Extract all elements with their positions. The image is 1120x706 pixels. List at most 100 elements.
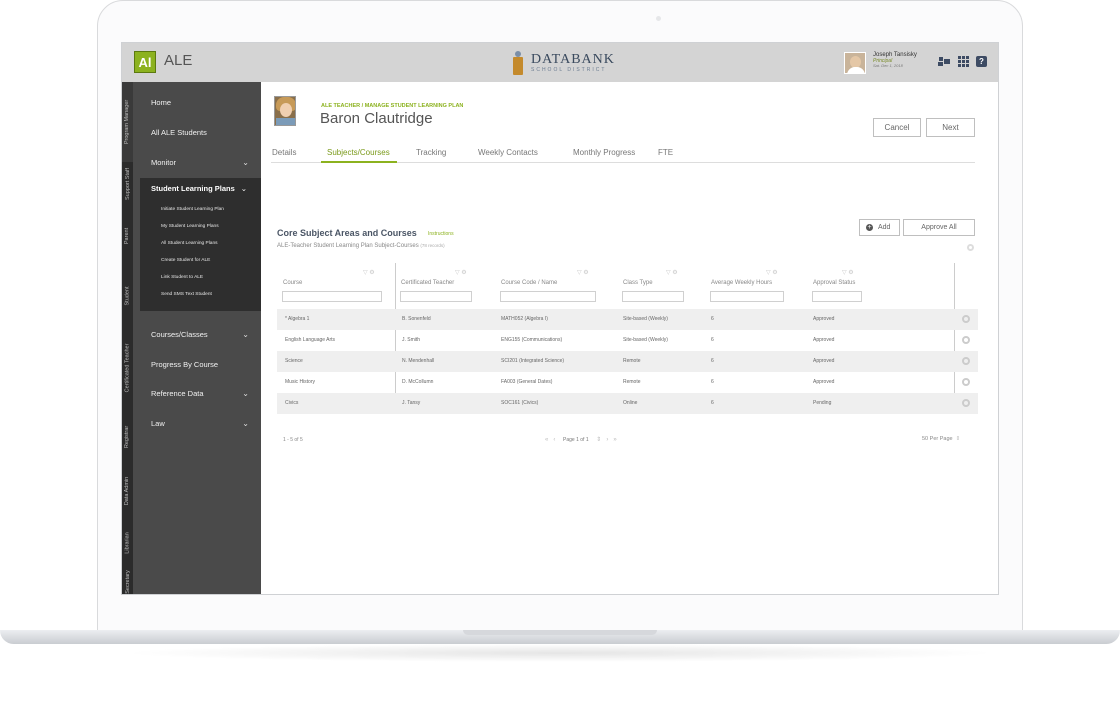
plan-tabs: Details Subjects/Courses Tracking Weekly… <box>271 144 975 163</box>
top-bar: Al ALE DATABANK SCHOOL DISTRICT Joseph T… <box>122 43 998 82</box>
filter-gear-icon[interactable]: ▽ ⚙ <box>455 269 467 276</box>
role-tab-registrar[interactable]: Registrar <box>122 410 133 464</box>
table-row[interactable]: Civics J. Tansy SOC161 (Civics) Online 6… <box>277 393 978 414</box>
pagination-range: 1 - 5 of 5 <box>283 437 303 443</box>
tab-tracking[interactable]: Tracking <box>416 148 446 157</box>
nav-link-student[interactable]: Link Student to ALE <box>161 275 203 280</box>
column-approval-status: ▽ ⚙ Approval Status <box>807 263 955 307</box>
tab-fte[interactable]: FTE <box>658 148 673 157</box>
role-tab-support-staff[interactable]: Support Staff <box>122 162 133 206</box>
tab-weekly-contacts[interactable]: Weekly Contacts <box>478 148 538 157</box>
filter-gear-icon[interactable]: ▽ ⚙ <box>842 269 854 276</box>
chevron-down-icon: ⌄ <box>242 158 249 167</box>
next-page-icon[interactable]: › <box>606 437 608 443</box>
first-page-icon[interactable]: « <box>545 437 548 443</box>
pagination: 1 - 5 of 5 « ‹ Page 1 of 1 ⇕ › » 50 Per … <box>277 435 978 447</box>
page-select-icon[interactable]: ⇕ <box>596 437 601 443</box>
nav-create-student[interactable]: Create Student for ALE <box>161 258 210 263</box>
filter-input-class-type[interactable] <box>622 291 684 302</box>
row-gear-icon[interactable] <box>962 336 970 344</box>
sidebar-nav: Home All ALE Students Monitor ⌄ Student L… <box>133 82 261 594</box>
apps-grid-icon[interactable] <box>957 56 970 67</box>
switch-role-icon[interactable] <box>938 56 951 67</box>
table-row[interactable]: English Language Arts J. Smith ENG155 (C… <box>277 330 978 351</box>
role-tab-program-manager[interactable]: Program Manager <box>122 82 133 162</box>
nav-all-ale-students[interactable]: All ALE Students <box>133 121 261 145</box>
filter-input-teacher[interactable] <box>400 291 472 302</box>
student-name: Baron Clautridge <box>320 110 433 127</box>
role-tabs: Program Manager Support Staff Parent Stu… <box>122 82 133 594</box>
nav-all-slps[interactable]: All Student Learning Plans <box>161 241 218 246</box>
section-subtitle: ALE-Teacher Student Learning Plan Subjec… <box>277 243 445 249</box>
approve-all-button[interactable]: Approve All <box>903 219 975 236</box>
per-page-select[interactable]: 50 Per Page ⇕ <box>922 436 960 442</box>
nav-student-learning-plans[interactable]: Student Learning Plans ⌄ <box>151 184 247 193</box>
filter-gear-icon[interactable]: ▽ ⚙ <box>363 269 375 276</box>
column-certificated-teacher: ▽ ⚙ Certificated Teacher <box>395 263 495 307</box>
tab-monthly-progress[interactable]: Monthly Progress <box>573 148 635 157</box>
chevron-down-icon: ⌄ <box>242 419 249 428</box>
next-button[interactable]: Next <box>926 118 975 137</box>
pagination-controls: « ‹ Page 1 of 1 ⇕ › » <box>545 436 617 443</box>
page-indicator: Page 1 of 1 <box>563 437 589 443</box>
nav-initiate-slp[interactable]: Initiate Student Learning Plan <box>161 207 224 212</box>
role-tab-secretary[interactable]: Secretary <box>122 568 133 594</box>
column-course-code: ▽ ⚙ Course Code / Name <box>495 263 617 307</box>
role-tab-data-admin[interactable]: Data Admin <box>122 464 133 518</box>
last-page-icon[interactable]: » <box>613 437 616 443</box>
filter-gear-icon[interactable]: ▽ ⚙ <box>577 269 589 276</box>
prev-page-icon[interactable]: ‹ <box>553 437 555 443</box>
nav-reference-data[interactable]: Reference Data ⌄ <box>133 382 261 406</box>
nav-home[interactable]: Home <box>133 91 261 115</box>
chevron-down-icon: ⌄ <box>242 389 249 398</box>
plus-circle-icon: + <box>866 224 873 231</box>
laptop-notch <box>463 630 657 635</box>
select-arrows-icon: ⇕ <box>955 436 961 442</box>
tab-details[interactable]: Details <box>272 148 296 157</box>
laptop-shadow <box>120 644 1000 662</box>
filter-input-status[interactable] <box>812 291 862 302</box>
app-screen: Al ALE DATABANK SCHOOL DISTRICT Joseph T… <box>121 42 999 595</box>
chevron-down-icon: ⌄ <box>240 184 248 193</box>
nav-send-sms[interactable]: Send SMS Text Student <box>161 292 212 297</box>
nav-my-slps[interactable]: My Student Learning Plans <box>161 224 219 229</box>
row-gear-icon[interactable] <box>962 357 970 365</box>
role-tab-certificated-teacher[interactable]: Certificated Teacher <box>122 326 133 410</box>
filter-gear-icon[interactable]: ▽ ⚙ <box>766 269 778 276</box>
record-count: (78 records) <box>420 243 445 248</box>
gear-icon[interactable] <box>967 244 974 251</box>
breadcrumb: ALE TEACHER / MANAGE STUDENT LEARNING PL… <box>321 103 464 109</box>
filter-gear-icon[interactable]: ▽ ⚙ <box>666 269 678 276</box>
user-avatar[interactable] <box>844 52 866 74</box>
filter-input-course[interactable] <box>282 291 382 302</box>
table-row[interactable]: Music History D. McCollumn FA003 (Genera… <box>277 372 978 393</box>
filter-input-course-code[interactable] <box>500 291 596 302</box>
filter-input-hours[interactable] <box>710 291 784 302</box>
add-button[interactable]: + Add <box>859 219 900 236</box>
help-icon[interactable]: ? <box>976 56 987 67</box>
table-row[interactable]: * Algebra 1 B. Sonenfeld MATH052 (Algebr… <box>277 309 978 330</box>
user-info[interactable]: Joseph Tansisky Principal Sat. Dec 1, 20… <box>873 52 917 68</box>
camera-dot <box>656 16 661 21</box>
section-title: Core Subject Areas and Courses <box>277 228 417 238</box>
instructions-link[interactable]: Instructions <box>428 231 454 237</box>
cancel-button[interactable]: Cancel <box>873 118 921 137</box>
nav-courses-classes[interactable]: Courses/Classes ⌄ <box>133 323 261 347</box>
nav-law[interactable]: Law ⌄ <box>133 412 261 436</box>
column-avg-weekly-hours: ▽ ⚙ Average Weekly Hours <box>705 263 807 307</box>
row-gear-icon[interactable] <box>962 315 970 323</box>
tab-subjects-courses[interactable]: Subjects/Courses <box>327 148 390 157</box>
user-date: Sat. Dec 1, 2018 <box>873 63 903 69</box>
student-learning-plans-menu: Student Learning Plans ⌄ Initiate Student… <box>140 178 261 311</box>
role-tab-librarian[interactable]: Librarian <box>122 518 133 568</box>
column-course: ▽ ⚙ Course <box>277 263 395 307</box>
app-logo[interactable]: Al <box>134 51 156 73</box>
role-tab-parent[interactable]: Parent <box>122 206 133 266</box>
row-gear-icon[interactable] <box>962 399 970 407</box>
nav-progress-by-course[interactable]: Progress By Course <box>133 353 261 377</box>
table-row[interactable]: Science N. Mendenhall SCI201 (Integrated… <box>277 351 978 372</box>
district-logo-title: DATABANK <box>531 52 615 67</box>
nav-monitor[interactable]: Monitor ⌄ <box>133 151 261 175</box>
row-gear-icon[interactable] <box>962 378 970 386</box>
role-tab-student[interactable]: Student <box>122 266 133 326</box>
